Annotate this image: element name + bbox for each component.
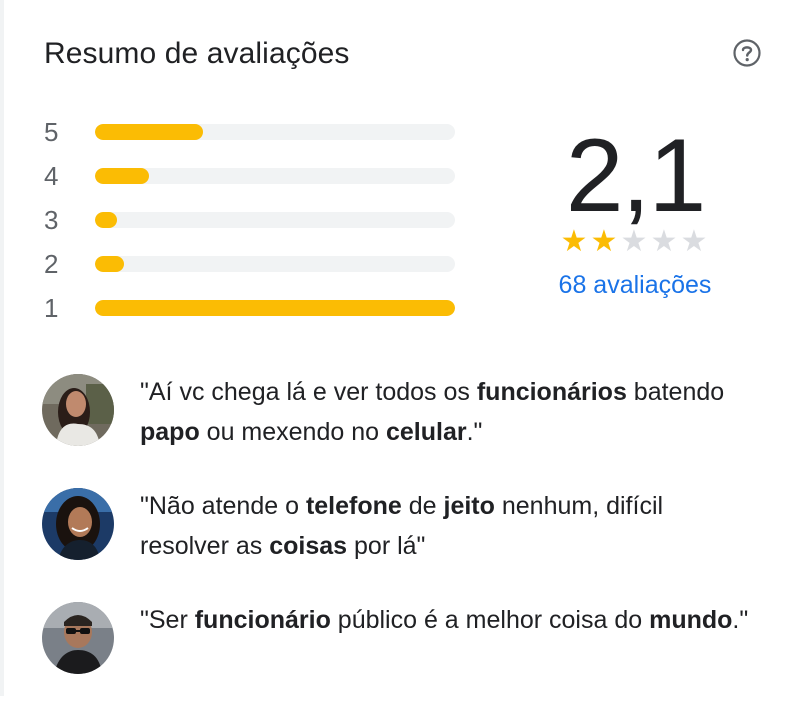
- review-text: "Ser funcionário público é a melhor cois…: [140, 600, 750, 640]
- star-empty-icon: ★: [620, 225, 650, 258]
- rating-label: 1: [44, 293, 59, 323]
- panel-edge: [0, 0, 4, 696]
- rating-bar-track: [95, 300, 455, 316]
- review-highlight: telefone: [305, 492, 402, 520]
- review-snippet[interactable]: "Ser funcionário público é a melhor cois…: [42, 600, 762, 714]
- rating-row-4[interactable]: 4: [44, 160, 456, 204]
- rating-summary: 2,1 ★★★★★ 68 avaliações: [520, 124, 750, 300]
- review-highlight: papo: [140, 418, 200, 446]
- review-highlight: jeito: [443, 492, 495, 520]
- avatar[interactable]: [42, 374, 114, 446]
- review-highlight: funcionário: [194, 606, 331, 634]
- star-empty-icon: ★: [680, 225, 710, 258]
- review-snippets: "Aí vc chega lá e ver todos os funcionár…: [42, 372, 762, 714]
- page-title: Resumo de avaliações: [44, 37, 350, 70]
- average-score: 2,1: [565, 118, 707, 234]
- review-text: "Não atende o telefone de jeito nenhum, …: [140, 486, 750, 566]
- review-text-segment: "Aí vc chega lá e ver todos os: [140, 378, 477, 406]
- review-highlight: funcionários: [476, 378, 627, 406]
- avatar[interactable]: [42, 488, 114, 560]
- rating-bar-track: [95, 256, 455, 272]
- reviews-summary-header: Resumo de avaliações: [44, 34, 762, 74]
- rating-bar-fill: [95, 256, 124, 272]
- review-text-segment: ou mexendo no: [199, 418, 386, 446]
- star-empty-icon: ★: [650, 225, 680, 258]
- review-highlight: coisas: [269, 532, 348, 560]
- review-text-segment: público é a melhor coisa do: [330, 606, 650, 634]
- review-text: "Aí vc chega lá e ver todos os funcionár…: [140, 372, 750, 452]
- rating-label: 2: [44, 249, 59, 279]
- rating-bar-track: [95, 212, 455, 228]
- rating-bar-fill: [95, 124, 203, 140]
- star-rating: ★★★★★: [520, 225, 750, 258]
- review-text-segment: "Não atende o: [140, 492, 306, 520]
- rating-row-3[interactable]: 3: [44, 204, 456, 248]
- review-snippet[interactable]: "Aí vc chega lá e ver todos os funcionár…: [42, 372, 762, 486]
- review-text-segment: .": [732, 606, 749, 634]
- avatar[interactable]: [42, 602, 114, 674]
- review-text-segment: por lá": [347, 532, 426, 560]
- review-text-segment: de: [401, 492, 444, 520]
- rating-bar-fill: [95, 212, 117, 228]
- rating-distribution: 5 4 3 2 1: [44, 116, 456, 336]
- rating-bar-fill: [95, 300, 455, 316]
- rating-row-1[interactable]: 1: [44, 292, 456, 336]
- review-count-link[interactable]: 68 avaliações: [520, 270, 750, 300]
- review-highlight: mundo: [649, 606, 733, 634]
- review-text-segment: .": [466, 418, 483, 446]
- rating-bar-track: [95, 168, 455, 184]
- review-text-segment: "Ser: [140, 606, 195, 634]
- review-highlight: celular: [385, 418, 467, 446]
- help-circle-icon[interactable]: [732, 38, 762, 68]
- star-filled-icon: ★: [590, 225, 620, 258]
- rating-bar-fill: [95, 168, 149, 184]
- rating-label: 5: [44, 117, 59, 147]
- rating-label: 3: [44, 205, 59, 235]
- review-text-segment: batendo: [626, 378, 725, 406]
- rating-row-2[interactable]: 2: [44, 248, 456, 292]
- rating-row-5[interactable]: 5: [44, 116, 456, 160]
- rating-bar-track: [95, 124, 455, 140]
- star-filled-icon: ★: [560, 225, 590, 258]
- review-snippet[interactable]: "Não atende o telefone de jeito nenhum, …: [42, 486, 762, 600]
- rating-label: 4: [44, 161, 59, 191]
